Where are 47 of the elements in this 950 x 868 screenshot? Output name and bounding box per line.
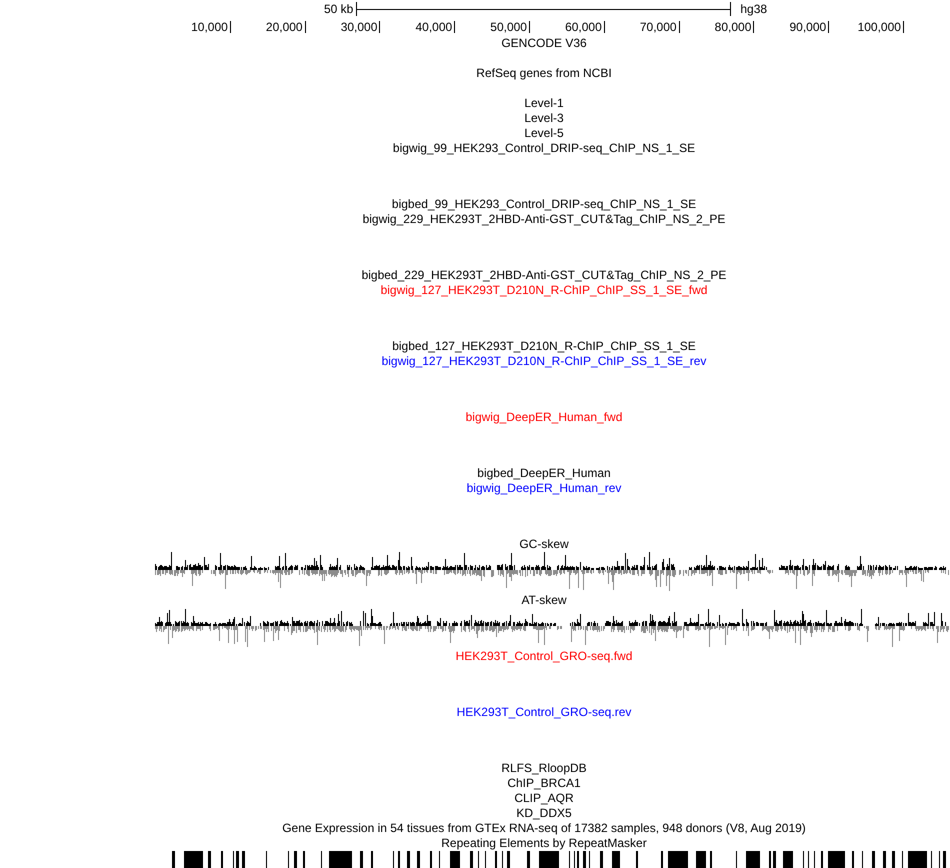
track-label: bigwig_DeepER_Human_rev [466,481,622,496]
track-label: bigbed_127_HEK293T_D210N_R-ChIP_ChIP_SS_1_SE [392,339,696,354]
ruler-position-label: 100,000 [858,20,901,34]
ruler-tick [454,21,456,33]
track-label: bigwig_127_HEK293T_D210N_R-ChIP_ChIP_SS_1_SE_rev [382,354,706,369]
track-label: ChIP_BRCA1 [507,776,581,791]
ruler-tick [230,21,231,33]
track-label: KD_DDX5 [516,806,572,821]
ruler-position-label: 20,000 [266,20,303,34]
track-label: bigwig_99_HEK293_Control_DRIP-seq_ChIP_NS_1_SE [392,141,696,156]
track-label: GC-skew [519,537,569,552]
track-label: bigbed_229_HEK293T_2HBD-Anti-GST_CUT&Tag_ChIP_NS_2_PE [362,268,726,283]
ruler-tick [902,21,904,33]
ruler-tick [304,21,306,33]
ruler-position-label: 30,000 [340,20,378,34]
track-label: bigwig_DeepER_Human_fwd [466,410,622,425]
track-label: RefSeq genes from NCBI [476,66,612,81]
track-label: Gene Expression in 54 tissues from GTEx RNA-seq of 17382 samples, 948 donors (V8, Aug 2019) [282,821,806,836]
ruler-position-label: 10,000 [191,20,228,34]
ruler-tick [379,21,380,33]
track-label: Level-3 [524,111,564,126]
track-label: HEK293T_Control_GRO-seq.rev [456,705,632,720]
track-label: bigbed_99_HEK293_Control_DRIP-seq_ChIP_NS_1_SE [392,197,696,212]
assembly-label: hg38 [740,2,768,16]
ruler-tick [528,21,530,33]
scale-bar-label: 50 kb [324,2,354,16]
track-label: HEK293T_Control_GRO-seq.fwd [456,649,632,664]
track-label: bigwig_127_HEK293T_D210N_R-ChIP_ChIP_SS_1_SE_fwd [380,283,708,298]
ruler-position-label: 60,000 [565,20,602,34]
track-label: Repeating Elements by RepeatMasker [441,836,647,851]
track-label: RLFS_RloopDB [501,761,587,776]
ruler-tick [753,21,754,33]
track-label: bigwig_229_HEK293T_2HBD-Anti-GST_CUT&Tag_ChIP_NS_2_PE [362,212,726,227]
track-label: AT-skew [521,593,567,608]
ruler-position-label: 70,000 [640,20,677,34]
ruler-position-label: 40,000 [415,20,452,34]
track-label: Level-5 [524,126,564,141]
ruler-tick [678,21,680,33]
track-label: GENCODE V36 [501,36,587,51]
ruler-position-label: 90,000 [789,20,826,34]
ruler-tick [828,21,830,33]
track-label: bigbed_DeepER_Human [477,466,611,481]
ruler-position-label: 50,000 [490,20,527,34]
ruler-tick [604,21,605,33]
track-label: CLIP_AQR [514,791,574,806]
ruler-position-label: 80,000 [714,20,752,34]
track-label: Level-1 [524,96,564,111]
